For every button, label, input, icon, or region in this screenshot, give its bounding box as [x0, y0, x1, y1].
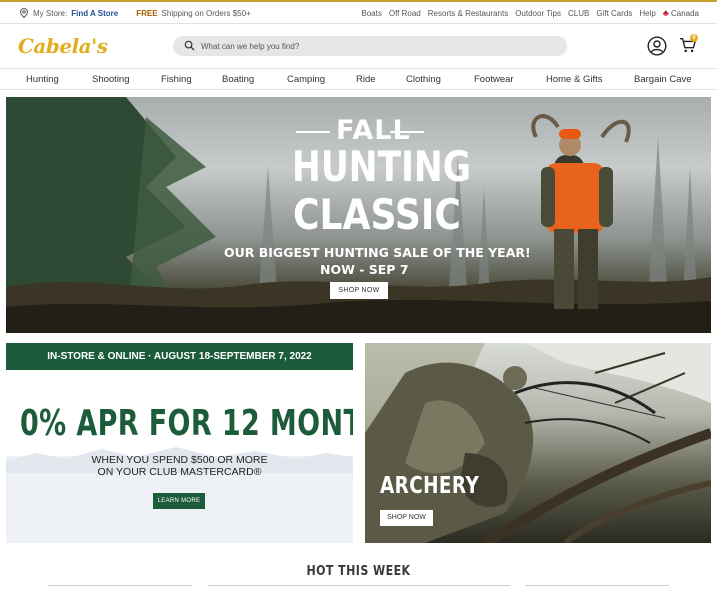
nav-item-shooting[interactable]: Shooting: [92, 74, 130, 85]
hot-this-week-heading: HOT THIS WEEK: [306, 564, 411, 579]
promo-headline: 0% APR FOR 12 MONTHS: [20, 403, 353, 444]
cart-count-badge: 0: [690, 34, 698, 42]
archery-card[interactable]: ARCHERY SHOP NOW: [365, 343, 711, 543]
learn-more-button[interactable]: LEARN MORE: [153, 493, 205, 509]
nav-item-hunting[interactable]: Hunting: [26, 74, 59, 85]
maple-leaf-icon: ♣: [662, 8, 669, 18]
section-divider: [525, 585, 669, 586]
country-selector[interactable]: ♣ Canada: [663, 8, 699, 18]
utility-link-boats[interactable]: Boats: [361, 9, 381, 18]
section-divider: [208, 585, 510, 586]
cart-button[interactable]: 0: [679, 34, 698, 59]
utility-bar: My Store: Find A Store FREE Shipping on …: [0, 0, 717, 24]
nav-item-home-gifts[interactable]: Home & Gifts: [546, 74, 603, 85]
title-rule-left: [296, 131, 330, 133]
utility-link-off-road[interactable]: Off Road: [389, 9, 421, 18]
location-pin-icon: [19, 8, 29, 18]
main-nav: Hunting Shooting Fishing Boating Camping…: [0, 68, 717, 90]
apr-promo-card[interactable]: IN-STORE & ONLINE · AUGUST 18-SEPTEMBER …: [6, 343, 353, 543]
utility-link-gift-cards[interactable]: Gift Cards: [596, 9, 632, 18]
promo-line-1: WHEN YOU SPEND $500 OR MORE: [91, 454, 268, 466]
nav-item-clothing[interactable]: Clothing: [406, 74, 441, 85]
search-bar[interactable]: [173, 36, 567, 56]
hero-banner[interactable]: FALL HUNTING CLASSIC OUR BIGGEST HUNTING…: [6, 97, 711, 333]
nav-item-fishing[interactable]: Fishing: [161, 74, 192, 85]
nav-item-ride[interactable]: Ride: [356, 74, 376, 85]
utility-link-club[interactable]: CLUB: [568, 9, 589, 18]
utility-links: Boats Off Road Resorts & Restaurants Out…: [361, 8, 699, 18]
promo-date-banner: IN-STORE & ONLINE · AUGUST 18-SEPTEMBER …: [6, 343, 353, 370]
nav-item-footwear[interactable]: Footwear: [474, 74, 514, 85]
section-divider: [48, 585, 192, 586]
utility-link-resorts[interactable]: Resorts & Restaurants: [428, 9, 508, 18]
nav-item-camping[interactable]: Camping: [287, 74, 325, 85]
site-header: Cabela's 0: [0, 24, 717, 68]
search-icon: [184, 40, 195, 51]
store-info: My Store: Find A Store FREE Shipping on …: [19, 8, 251, 18]
archery-title: ARCHERY: [380, 473, 480, 499]
utility-link-outdoor-tips[interactable]: Outdoor Tips: [515, 9, 561, 18]
cabelas-logo[interactable]: Cabela's: [18, 34, 108, 58]
hero-title-classic: CLASSIC: [293, 190, 461, 239]
find-store-link[interactable]: Find A Store: [71, 9, 118, 18]
account-icon[interactable]: [647, 36, 667, 56]
shipping-text: Shipping on Orders $50+: [161, 8, 251, 18]
my-store-label: My Store:: [33, 8, 68, 18]
search-input[interactable]: [201, 39, 551, 53]
utility-link-help[interactable]: Help: [639, 9, 655, 18]
nav-item-bargain-cave[interactable]: Bargain Cave: [634, 74, 692, 85]
country-label: Canada: [670, 9, 699, 18]
promo-line-2: ON YOUR CLUB MASTERCARD®: [97, 466, 262, 478]
hero-shop-now-button[interactable]: SHOP NOW: [330, 282, 388, 299]
nav-item-boating[interactable]: Boating: [222, 74, 254, 85]
archery-shop-now-button[interactable]: SHOP NOW: [380, 510, 433, 526]
hero-dates: NOW - SEP 7: [320, 262, 409, 277]
hero-title-hunting: HUNTING: [292, 142, 472, 191]
free-label: FREE: [136, 8, 158, 18]
hero-subtitle: OUR BIGGEST HUNTING SALE OF THE YEAR!: [224, 245, 531, 260]
